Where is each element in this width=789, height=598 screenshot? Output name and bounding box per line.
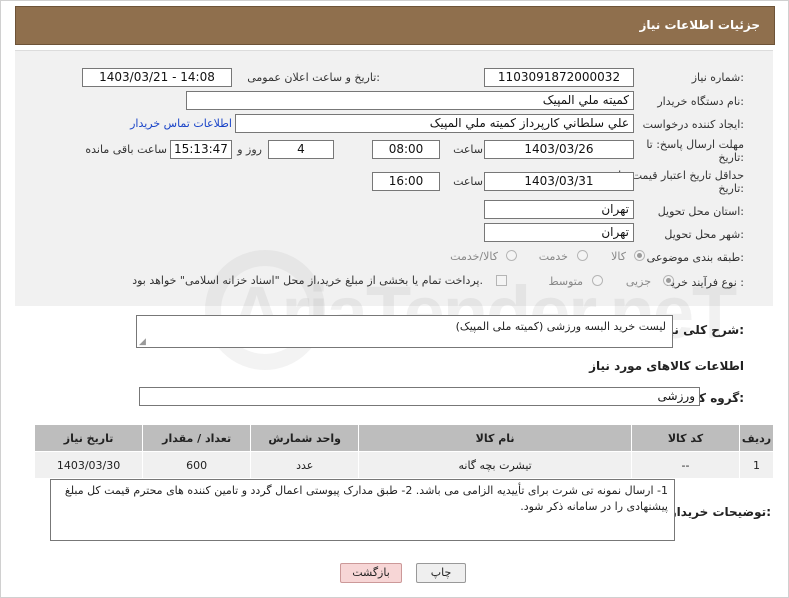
col-name-header: نام کالا xyxy=(358,424,632,452)
buyer-notes-textarea[interactable]: 1- ارسال نمونه تی شرت برای تأییدیه الزام… xyxy=(50,479,675,541)
reply-time-label: ساعت xyxy=(453,143,483,156)
announce-date-label: تاریخ و ساعت اعلان عمومی: xyxy=(247,71,380,84)
announce-date-field: 1403/03/21 - 14:08 xyxy=(82,68,232,87)
category-both-radio[interactable] xyxy=(506,250,517,261)
reply-date-field: 1403/03/26 xyxy=(484,140,634,159)
process-medium-radio[interactable] xyxy=(592,275,603,286)
category-both-label: کالا/خدمت xyxy=(450,250,498,263)
col-qty-header: تعداد / مقدار xyxy=(142,424,252,452)
col-unit-header: واحد شمارش xyxy=(250,424,360,452)
need-number-field: 1103091872000032 xyxy=(484,68,634,87)
category-goods-radio[interactable] xyxy=(634,250,645,261)
cell-name: تیشرت بچه گانه xyxy=(358,451,632,479)
table-header-row: ردیف کد کالا نام کالا واحد شمارش تعداد /… xyxy=(33,424,774,452)
city-field: تهران xyxy=(484,223,634,242)
process-medium-label: متوسط xyxy=(548,275,583,288)
category-service-label: خدمت xyxy=(538,250,568,263)
page-title: جزئیات اطلاعات نیاز xyxy=(639,18,760,32)
days-label: روز و xyxy=(237,143,262,156)
remaining-time-label: ساعت باقی مانده xyxy=(85,143,167,156)
back-button[interactable]: بازگشت xyxy=(340,563,402,583)
buyer-org-field: كميته ملي المپيک xyxy=(186,91,634,110)
category-goods-label: کالا xyxy=(611,250,626,263)
col-code-header: کد کالا xyxy=(630,424,741,452)
table-row: 1 -- تیشرت بچه گانه عدد 600 1403/03/30 xyxy=(33,451,774,479)
requester-label: ایجاد کننده درخواست: xyxy=(642,118,744,131)
city-label: شهر محل تحویل: xyxy=(664,228,744,241)
buyer-notes-label: توضیحات خریدار: xyxy=(669,505,771,519)
goods-section-title: اطلاعات کالاهای مورد نیاز xyxy=(589,359,744,373)
remaining-time-field: 15:13:47 xyxy=(170,140,232,159)
page-header: جزئیات اطلاعات نیاز xyxy=(15,6,775,45)
description-textarea[interactable]: لیست خرید البسه ورزشی (کمیته ملی المپیک) xyxy=(136,315,673,348)
validity-time-field: 16:00 xyxy=(372,172,440,191)
reply-time-field: 08:00 xyxy=(372,140,440,159)
resize-grip-icon[interactable]: ◢ xyxy=(139,337,146,347)
col-row-header: ردیف xyxy=(739,424,774,452)
reply-deadline-label-2: تاریخ: xyxy=(718,151,744,164)
buyer-contact-link[interactable]: اطلاعات تماس خریدار xyxy=(130,117,232,130)
requester-field: علي سلطاني کارپرداز کميته ملي المپيک xyxy=(235,114,634,133)
reply-deadline-label: مهلت ارسال پاسخ: تا xyxy=(646,138,744,151)
cell-row-number: 1 xyxy=(739,451,774,479)
treasury-payment-checkbox[interactable] xyxy=(496,275,507,286)
col-date-header: تاریخ نیاز xyxy=(33,424,144,452)
validity-date-field: 1403/03/31 xyxy=(484,172,634,191)
process-minor-radio[interactable] xyxy=(663,275,674,286)
goods-group-field: ورزشی xyxy=(139,387,700,406)
buyer-org-label: نام دستگاه خریدار: xyxy=(657,95,744,108)
days-remaining-field: 4 xyxy=(268,140,334,159)
cell-unit: عدد xyxy=(250,451,360,479)
province-field: تهران xyxy=(484,200,634,219)
category-service-radio[interactable] xyxy=(577,250,588,261)
need-number-label: شماره نیاز: xyxy=(691,71,744,84)
treasury-payment-note: پرداخت تمام یا بخشی از مبلغ خرید،از محل … xyxy=(132,274,483,287)
price-validity-label-2: تاریخ: xyxy=(718,182,744,195)
cell-code: -- xyxy=(630,451,741,479)
items-table: ردیف کد کالا نام کالا واحد شمارش تعداد /… xyxy=(33,424,774,479)
print-button[interactable]: چاپ xyxy=(416,563,466,583)
process-minor-label: جزیی xyxy=(625,275,651,288)
province-label: استان محل تحویل: xyxy=(657,205,744,218)
validity-time-label: ساعت xyxy=(453,175,483,188)
price-validity-label: حداقل تاریخ اعتبار قیمت: تا xyxy=(618,169,744,182)
cell-date: 1403/03/30 xyxy=(33,451,144,479)
cell-qty: 600 xyxy=(142,451,252,479)
category-label: طبقه بندی موضوعی: xyxy=(646,251,744,264)
process-type-label: نوع فرآیند خرید : xyxy=(666,276,744,289)
